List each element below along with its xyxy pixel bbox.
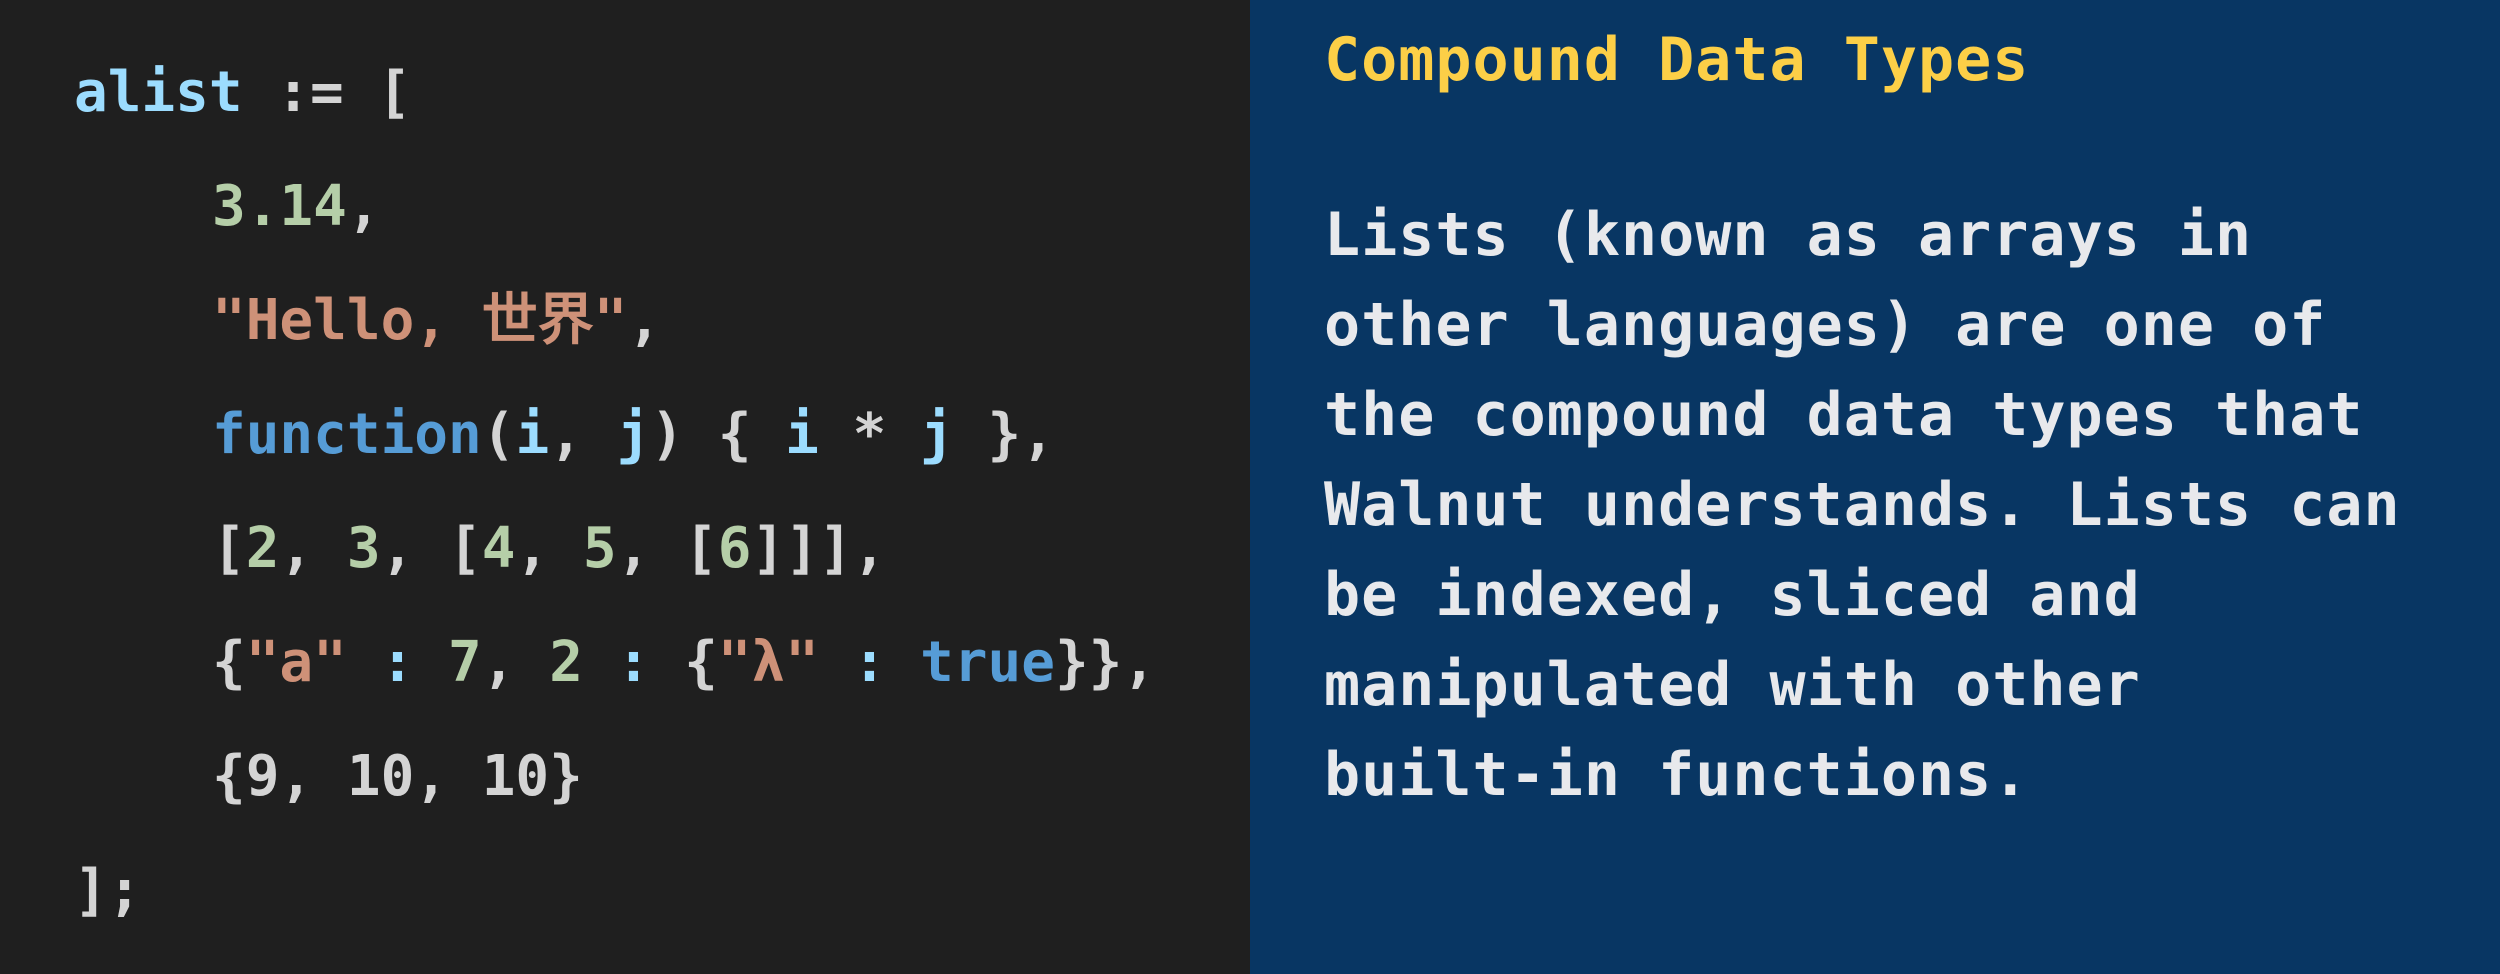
code-token-kw: function — [212, 402, 482, 467]
code-token-num: 2 — [245, 516, 280, 581]
code-token-str: "Hello, 世界" — [212, 288, 628, 353]
code-token-punct: , — [515, 516, 583, 581]
description-panel: Compound Data Types Lists (known as arra… — [1250, 0, 2500, 974]
code-token-var: : — [346, 630, 449, 695]
code-token-punct: ( — [481, 402, 516, 467]
code-token-punct: }}, — [1054, 630, 1157, 695]
code-line: {"a" : 7, 2 : {"λ" : true}}, — [0, 620, 1250, 734]
code-token-var: i — [515, 402, 550, 467]
code-line: "Hello, 世界", — [0, 278, 1250, 392]
code-token-punct: , — [627, 288, 662, 353]
section-title: Compound Data Types — [1324, 25, 2030, 95]
code-token-punct: [ — [212, 516, 246, 581]
code-token-punct: , — [481, 630, 550, 695]
code-token-var: j — [616, 402, 651, 467]
code-line: function(i, j) { i * j }, — [0, 392, 1250, 506]
code-token-num: 6 — [717, 516, 752, 581]
code-token-num: 7 — [448, 630, 482, 695]
code-token-punct: ]]], — [751, 516, 887, 581]
code-token-num: 5 — [582, 516, 617, 581]
section-body: Lists (known as arrays in other language… — [1324, 200, 2401, 810]
code-token-punct: , [ — [616, 516, 718, 581]
code-token-var: i — [785, 402, 819, 467]
code-token-kw: true — [920, 630, 1055, 695]
code-line: [2, 3, [4, 5, [6]]], — [0, 506, 1250, 620]
code-token-var: : — [582, 630, 685, 695]
code-token-punct: , — [549, 402, 617, 467]
code-token-punct: { — [212, 630, 246, 695]
code-token-num: 3 — [346, 516, 381, 581]
code-line: 3.14, — [0, 164, 1250, 278]
code-token-punct: , — [346, 174, 381, 239]
code-token-punct: , [ — [380, 516, 482, 581]
code-line: alist := [ — [0, 50, 1250, 164]
code-line: {9, 10, 10} — [0, 734, 1250, 848]
code-token-var: j — [920, 402, 954, 467]
code-token-num: 4 — [481, 516, 516, 581]
code-token-punct: * — [818, 402, 921, 467]
code-token-str: "λ" — [717, 630, 819, 695]
code-token-var: : — [818, 630, 921, 695]
code-token-str: "a" — [245, 630, 347, 695]
code-token-var: alist — [74, 60, 243, 125]
code-token-punct: , — [279, 516, 347, 581]
code-token-punct: }, — [953, 402, 1055, 467]
code-token-punct: ]; — [74, 858, 142, 923]
code-token-punct: {9, 10, 10} — [212, 744, 583, 809]
code-panel: alist := [3.14, "Hello, 世界", function(i, j… — [0, 0, 1250, 974]
code-token-num: 3.14 — [212, 174, 347, 239]
code-line: ]; — [0, 848, 1250, 962]
code-token-punct: := [ — [242, 60, 412, 125]
code-token-punct: ) { — [650, 402, 786, 467]
code-token-punct: { — [684, 630, 718, 695]
code-token-num: 2 — [549, 630, 583, 695]
